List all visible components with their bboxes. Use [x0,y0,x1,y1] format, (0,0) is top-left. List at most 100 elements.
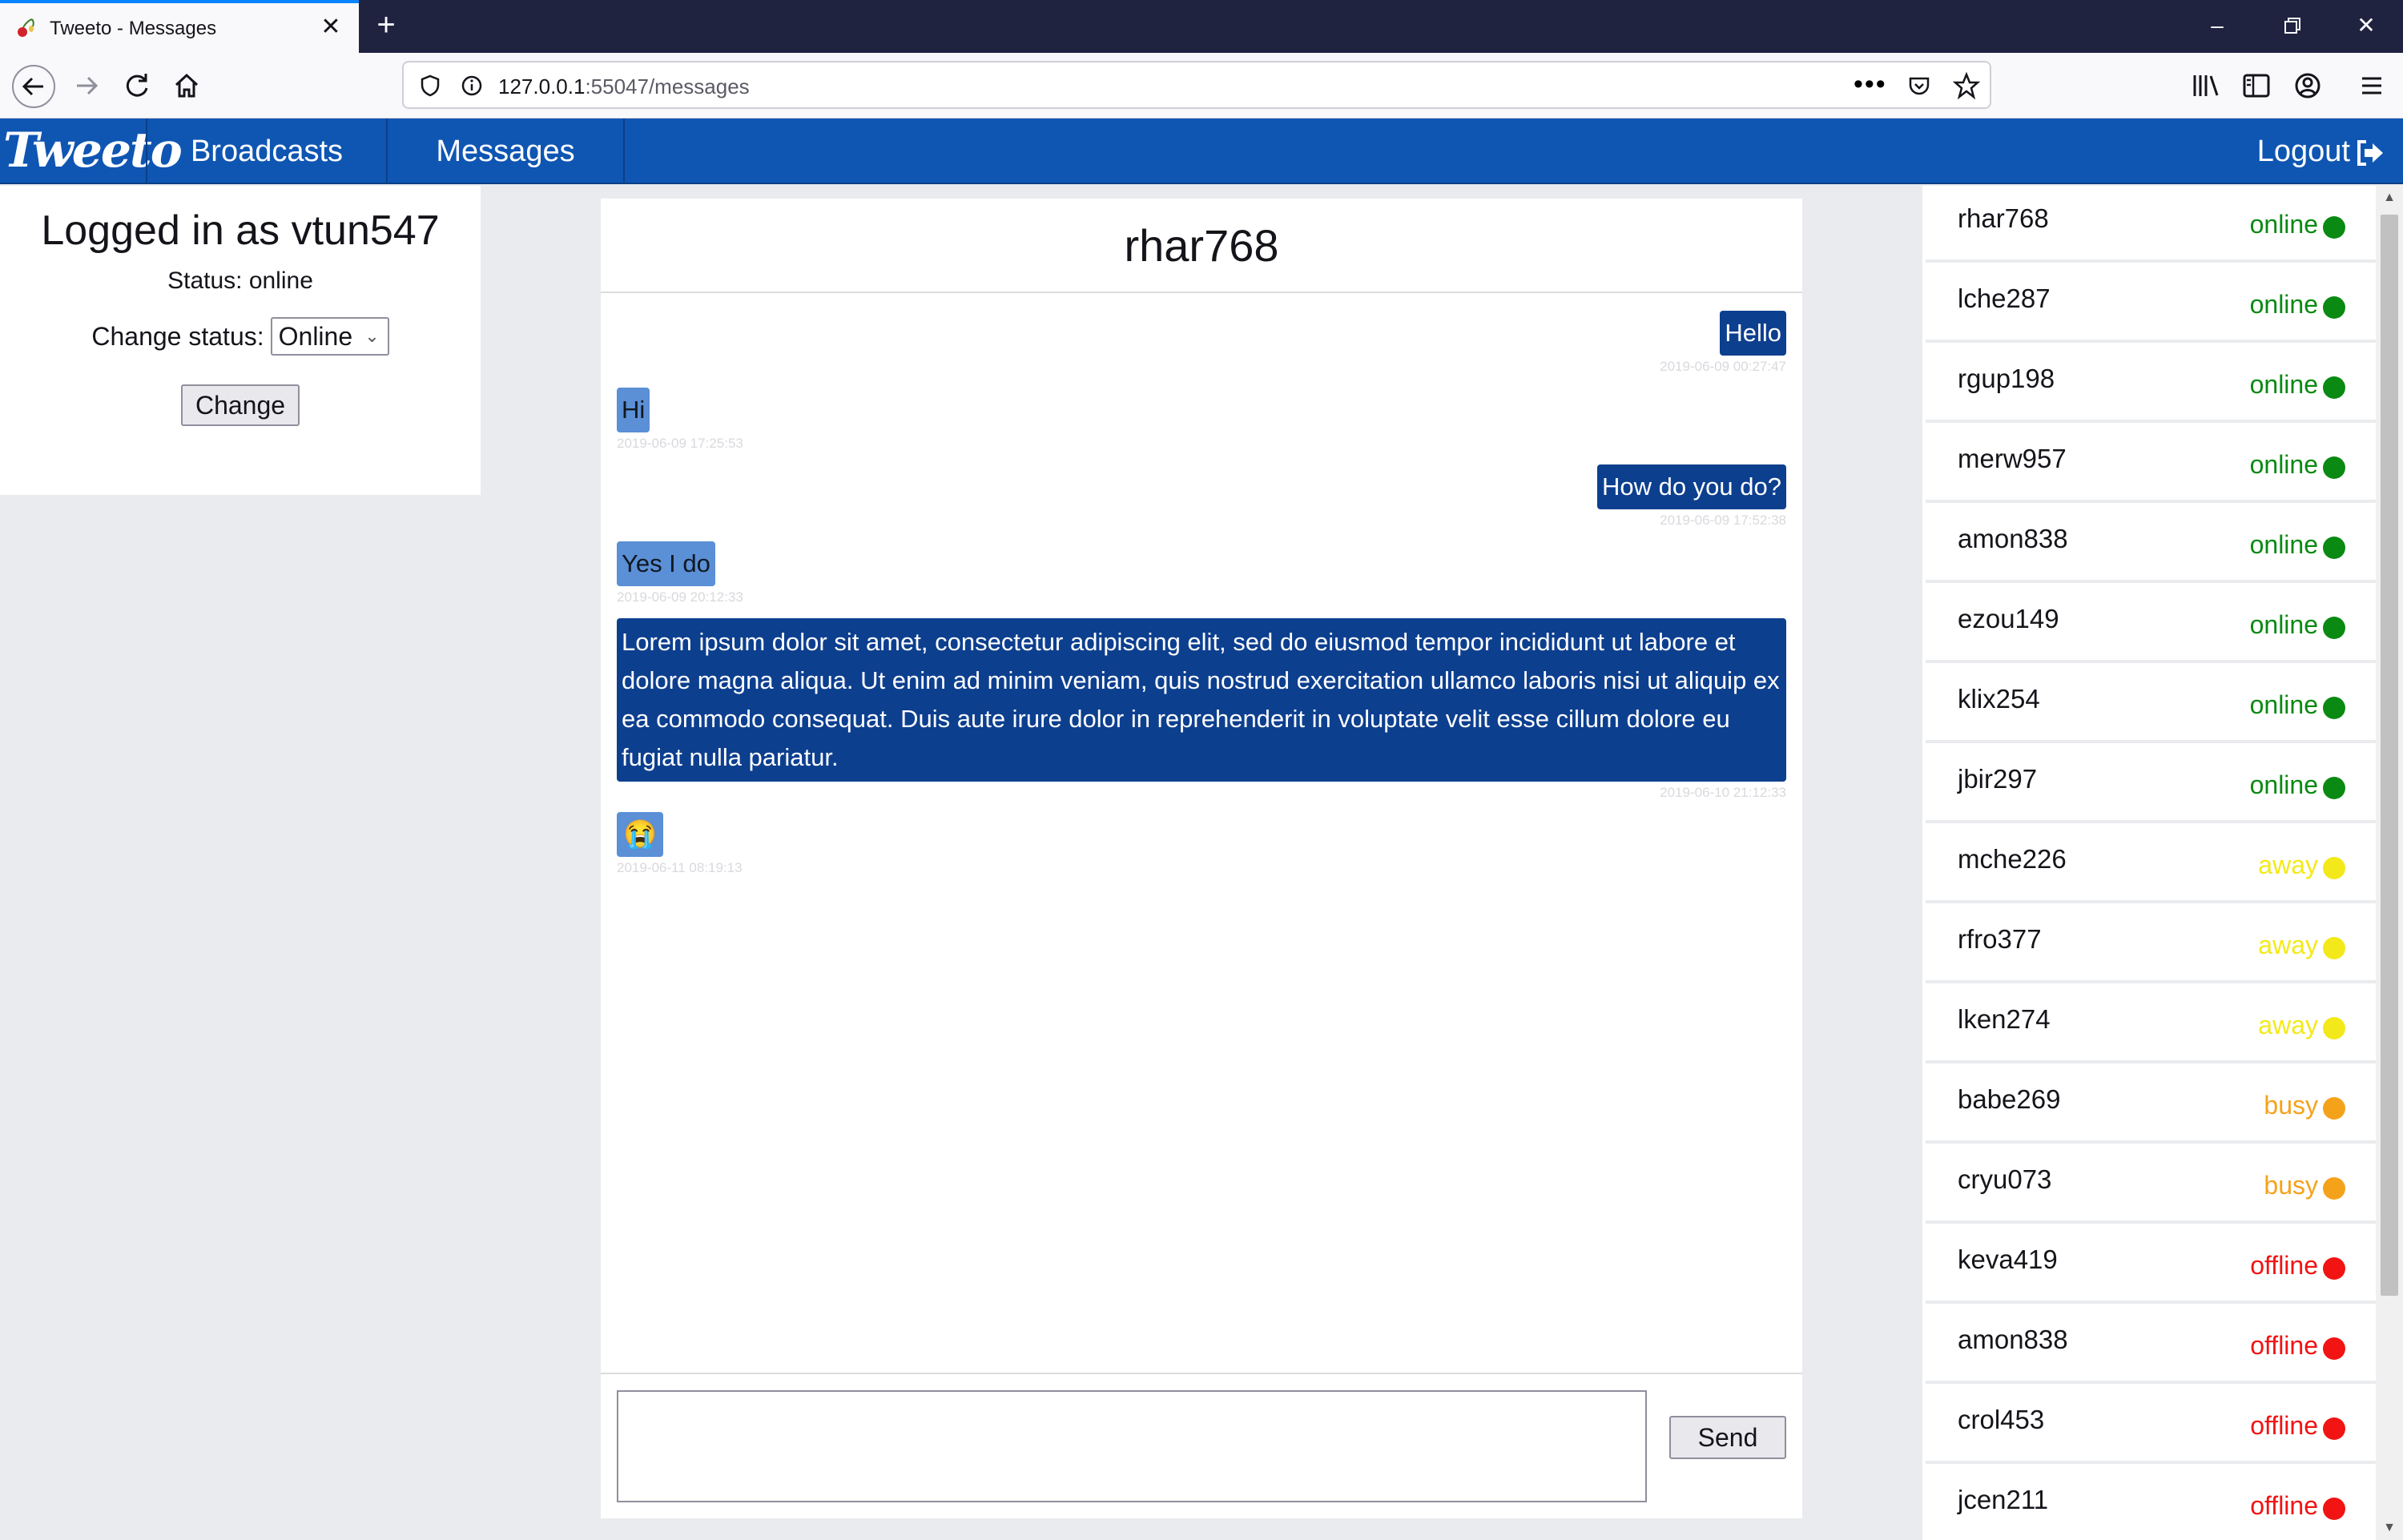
user-list-item[interactable]: ezou149 online [1926,586,2376,663]
pocket-icon[interactable] [1906,74,1932,99]
user-list-item[interactable]: jbir297 online [1926,746,2376,823]
user-list-item[interactable]: rfro377 away [1926,907,2376,983]
scroll-thumb[interactable] [2381,215,2398,1296]
user-list-item[interactable]: rgup198 online [1926,346,2376,423]
logout-button[interactable]: Logout [2257,119,2385,184]
user-status: offline [2250,1331,2318,1360]
cherry-favicon-icon [18,18,34,37]
message-item: Lorem ipsum dolor sit amet, consectetur … [617,618,1786,801]
status-dot-icon [2323,1017,2345,1039]
app-header: Tweeto Broadcasts Messages Logout [0,119,2403,184]
user-status: away [2258,1011,2318,1039]
nav-messages[interactable]: Messages [386,119,625,184]
minimize-icon[interactable]: – [2200,10,2235,42]
status-dot-icon [2323,1257,2345,1280]
browser-tab[interactable]: Tweeto - Messages ✕ [0,0,359,53]
user-status: busy [2264,1091,2318,1120]
chat-panel: rhar768 Hello 2019-06-09 00:27:47 Hi 201… [601,199,1802,1518]
menu-icon[interactable] [2352,66,2392,106]
scroll-up-icon[interactable]: ▲ [2376,186,2403,210]
tab-title: Tweeto - Messages [50,18,217,39]
user-list-scrollbar[interactable]: ▲ ▼ [2376,186,2403,1540]
user-list-item[interactable]: mche226 away [1926,826,2376,903]
message-timestamp: 2019-06-11 08:19:13 [617,860,743,875]
status-dot-icon [2323,777,2345,799]
user-name: cryu073 [1958,1164,2052,1194]
status-dot-icon [2323,617,2345,639]
forward-icon[interactable] [67,66,107,106]
user-list-item[interactable]: merw957 online [1926,426,2376,503]
user-status: busy [2264,1171,2318,1200]
nav-broadcasts[interactable]: Broadcasts [146,119,386,184]
status-select[interactable]: Online ⌄ [270,317,389,356]
status-select-value: Online [278,322,353,351]
status-dot-icon [2323,857,2345,879]
url-text[interactable]: 127.0.0.1:55047/messages [498,74,750,99]
user-name: lken274 [1958,1004,2051,1034]
chat-partner-name: rhar768 [601,199,1802,293]
change-status-label: Change status: [91,321,264,351]
message-item: How do you do? 2019-06-09 17:52:38 [1596,464,1786,529]
account-icon[interactable] [2288,66,2328,106]
user-status: online [2249,450,2318,479]
user-name: rfro377 [1958,924,2042,954]
profile-panel: Logged in as vtun547 Status: online Chan… [0,186,481,495]
user-status: online [2249,290,2318,319]
shield-icon[interactable] [418,74,442,98]
status-dot-icon [2323,1097,2345,1120]
browser-tab-bar: Tweeto - Messages ✕ + – ✕ [0,0,2403,53]
close-window-icon[interactable]: ✕ [2349,10,2384,42]
tweeto-logo[interactable]: Tweeto [3,120,183,183]
logout-label: Logout [2256,135,2350,168]
user-name: jbir297 [1958,764,2038,794]
info-icon[interactable] [460,74,484,98]
logged-in-heading: Logged in as vtun547 [41,207,440,254]
user-list-item[interactable]: rhar768 online [1926,186,2376,263]
user-list-item[interactable]: jcen211 offline [1926,1467,2376,1540]
message-timestamp: 2019-06-09 17:52:38 [1660,513,1786,528]
user-list-item[interactable]: lche287 online [1926,266,2376,343]
scroll-down-icon[interactable]: ▼ [2376,1516,2403,1540]
status-dot-icon [2323,216,2345,239]
library-icon[interactable] [2185,66,2225,106]
sidebar-icon[interactable] [2236,66,2276,106]
star-icon[interactable] [1953,72,1980,99]
user-list-item[interactable]: crol453 offline [1926,1387,2376,1464]
current-status: Status: online [167,267,313,294]
user-list-item[interactable]: klix254 online [1926,666,2376,743]
user-name: amon838 [1958,1325,2068,1354]
user-name: amon838 [1958,524,2068,553]
user-status: offline [2250,1411,2318,1440]
send-button[interactable]: Send [1669,1416,1786,1459]
user-name: rhar768 [1958,203,2049,233]
change-status-button[interactable]: Change [181,384,300,426]
user-list-item[interactable]: amon838 offline [1926,1307,2376,1384]
user-name: klix254 [1958,684,2040,714]
restore-icon[interactable] [2275,10,2310,42]
url-bar[interactable]: 127.0.0.1:55047/messages ••• [402,61,1991,109]
new-tab-icon[interactable]: + [370,9,402,42]
user-status: online [2249,210,2318,239]
user-list-item[interactable]: cryu073 busy [1926,1147,2376,1224]
home-icon[interactable] [167,66,207,106]
user-name: ezou149 [1958,604,2059,633]
user-list: rhar768 online lche287 online rgup198 online m… [1922,186,2376,1540]
status-dot-icon [2323,296,2345,319]
user-status: online [2249,690,2318,719]
user-list-item[interactable]: keva419 offline [1926,1227,2376,1304]
back-icon[interactable] [11,64,56,109]
user-name: keva419 [1958,1244,2058,1274]
status-dot-icon [2323,1417,2345,1440]
message-input[interactable] [617,1390,1647,1502]
tab-close-icon[interactable]: ✕ [317,14,344,42]
user-status: online [2249,530,2318,559]
user-list-item[interactable]: amon838 online [1926,506,2376,583]
message-item: Hello 2019-06-09 00:27:47 [1660,311,1786,375]
message-bubble: Hi [617,388,650,432]
more-icon[interactable]: ••• [1854,69,1887,100]
reload-icon[interactable] [117,66,157,106]
user-list-item[interactable]: babe269 busy [1926,1067,2376,1144]
message-bubble: Yes I do [617,541,715,586]
user-list-item[interactable]: lken274 away [1926,987,2376,1064]
user-name: mche226 [1958,844,2067,874]
